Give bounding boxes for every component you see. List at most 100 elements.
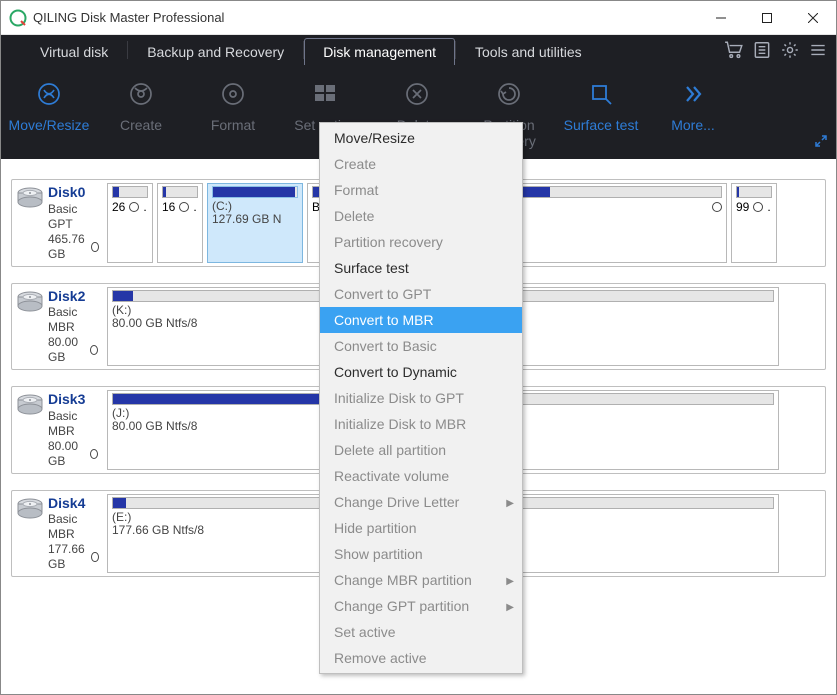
menu-item-convert-to-dynamic[interactable]: Convert to Dynamic (320, 359, 522, 385)
menu-item-label: Delete (334, 208, 374, 224)
menu-item-label: Format (334, 182, 378, 198)
toolbar-format[interactable]: Format (187, 73, 279, 133)
toolbar-label: Format (211, 117, 255, 133)
toolbar-label: Create (120, 117, 162, 133)
menu-item-change-mbr-partition: Change MBR partition ▶ (320, 567, 522, 593)
disk-type: Basic MBR (48, 512, 99, 542)
submenu-arrow-icon: ▶ (506, 576, 514, 587)
disk-label: Disk3Basic MBR80.00 GB (12, 387, 104, 473)
menu-item-format: Format (320, 177, 522, 203)
disk-type: Basic GPT (48, 202, 99, 232)
menu-item-convert-to-basic: Convert to Basic (320, 333, 522, 359)
gear-icon[interactable] (780, 40, 800, 60)
menu-item-label: Initialize Disk to GPT (334, 390, 464, 406)
toolbar-more-[interactable]: More... (647, 73, 739, 133)
status-indicator-icon (90, 449, 98, 459)
menu-item-show-partition: Show partition (320, 541, 522, 567)
menu-item-change-gpt-partition: Change GPT partition ▶ (320, 593, 522, 619)
delete-icon (403, 77, 431, 111)
disk-name: Disk3 (48, 391, 98, 409)
disk-type: Basic MBR (48, 305, 98, 335)
toolbar-surface-test[interactable]: Surface test (555, 73, 647, 133)
partition-size: 16 (162, 200, 175, 214)
toolbar-create[interactable]: Create (95, 73, 187, 133)
menu-item-reactivate-volume: Reactivate volume (320, 463, 522, 489)
menu-item-create: Create (320, 151, 522, 177)
menu-item-move-resize[interactable]: Move/Resize (320, 125, 522, 151)
menu-item-change-drive-letter: Change Drive Letter ▶ (320, 489, 522, 515)
hard-disk-icon (16, 186, 44, 210)
disk-label: Disk2Basic MBR80.00 GB (12, 284, 104, 370)
disk-size: 80.00 GB (48, 439, 86, 469)
tab-virtual-disk[interactable]: Virtual disk (21, 38, 127, 65)
menu-item-delete: Delete (320, 203, 522, 229)
menu-item-label: Surface test (334, 260, 409, 276)
menu-item-label: Reactivate volume (334, 468, 449, 484)
hard-disk-icon (16, 497, 44, 521)
partition[interactable]: 99. (731, 183, 777, 263)
recover-icon (495, 77, 523, 111)
minimize-button[interactable] (698, 1, 744, 34)
menu-item-label: Initialize Disk to MBR (334, 416, 466, 432)
maximize-button[interactable] (744, 1, 790, 34)
menu-item-label: Change MBR partition (334, 572, 472, 588)
tabbar-right-icons (724, 35, 836, 65)
main-tabs: Virtual disk Backup and Recovery Disk ma… (1, 35, 836, 65)
hard-disk-icon (16, 290, 44, 314)
partition-size: 127.69 GB N (212, 213, 298, 226)
menu-item-remove-active: Remove active (320, 645, 522, 671)
list-icon[interactable] (752, 40, 772, 60)
tab-tools-utilities[interactable]: Tools and utilities (456, 38, 601, 65)
disk-size: 80.00 GB (48, 335, 86, 365)
status-indicator-icon (712, 202, 722, 212)
create-icon (127, 77, 155, 111)
win-icon (311, 77, 339, 111)
menu-item-label: Hide partition (334, 520, 417, 536)
partition-size: 26 (112, 200, 125, 214)
tab-backup-recovery[interactable]: Backup and Recovery (128, 38, 303, 65)
disk-size: 465.76 GB (48, 232, 87, 262)
format-icon (219, 77, 247, 111)
menu-item-initialize-disk-to-gpt: Initialize Disk to GPT (320, 385, 522, 411)
toolbar-label: More... (671, 117, 715, 133)
menu-item-label: Convert to Basic (334, 338, 437, 354)
partition[interactable]: (C:)127.69 GB N (207, 183, 303, 263)
submenu-arrow-icon: ▶ (506, 602, 514, 613)
partition-context-menu[interactable]: Move/Resize Create Format Delete Partition r… (319, 122, 523, 674)
toolbar-label: Move/Resize (9, 117, 90, 133)
menu-item-convert-to-mbr: Convert to MBR (320, 307, 522, 333)
disk-label: Disk0Basic GPT465.76 GB (12, 180, 104, 266)
window-title: QILING Disk Master Professional (33, 10, 224, 25)
menu-item-label: Remove active (334, 650, 427, 666)
more-icon (679, 77, 707, 111)
toolbar-label: Surface test (564, 117, 639, 133)
cart-icon[interactable] (724, 40, 744, 60)
submenu-arrow-icon: ▶ (506, 498, 514, 509)
menu-item-label: Convert to Dynamic (334, 364, 457, 380)
move-icon (35, 77, 63, 111)
status-indicator-icon (90, 345, 98, 355)
toolbar-move-resize[interactable]: Move/Resize (3, 73, 95, 133)
scan-icon (587, 77, 615, 111)
menu-item-label: Partition recovery (334, 234, 443, 250)
title-bar: QILING Disk Master Professional (1, 1, 836, 35)
partition[interactable]: 26. (107, 183, 153, 263)
menu-item-label: Change GPT partition (334, 598, 469, 614)
status-indicator-icon (129, 202, 139, 212)
menu-item-label: Create (334, 156, 376, 172)
tab-disk-management[interactable]: Disk management (304, 38, 455, 65)
status-indicator-icon (91, 552, 98, 562)
menu-item-label: Move/Resize (334, 130, 415, 146)
partition[interactable]: 16. (157, 183, 203, 263)
menu-item-delete-all-partition: Delete all partition (320, 437, 522, 463)
menu-item-initialize-disk-to-mbr: Initialize Disk to MBR (320, 411, 522, 437)
menu-icon[interactable] (808, 40, 828, 60)
status-indicator-icon (179, 202, 189, 212)
status-indicator-icon (753, 202, 763, 212)
menu-item-partition-recovery: Partition recovery (320, 229, 522, 255)
disk-size: 177.66 GB (48, 542, 87, 572)
expand-icon[interactable] (814, 134, 828, 153)
menu-item-label: Change Drive Letter (334, 494, 459, 510)
close-button[interactable] (790, 1, 836, 34)
menu-item-surface-test[interactable]: Surface test (320, 255, 522, 281)
